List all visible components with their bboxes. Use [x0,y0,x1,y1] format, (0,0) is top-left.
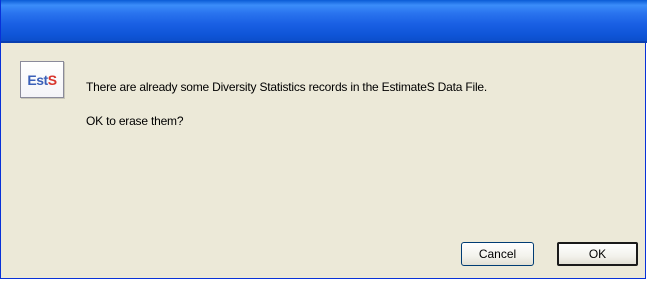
cancel-button[interactable]: Cancel [461,242,534,266]
dialog-message-line1: There are already some Diversity Statist… [86,80,488,94]
app-icon-text-est: Est [27,71,48,88]
estimates-app-icon: Est S [20,61,64,98]
dialog-message-line2: OK to erase them? [86,114,184,128]
confirm-dialog: Est S There are already some Diversity St… [0,0,647,279]
ok-button[interactable]: OK [557,242,638,266]
dialog-titlebar[interactable] [1,0,647,43]
app-icon-text-s: S [47,71,57,88]
